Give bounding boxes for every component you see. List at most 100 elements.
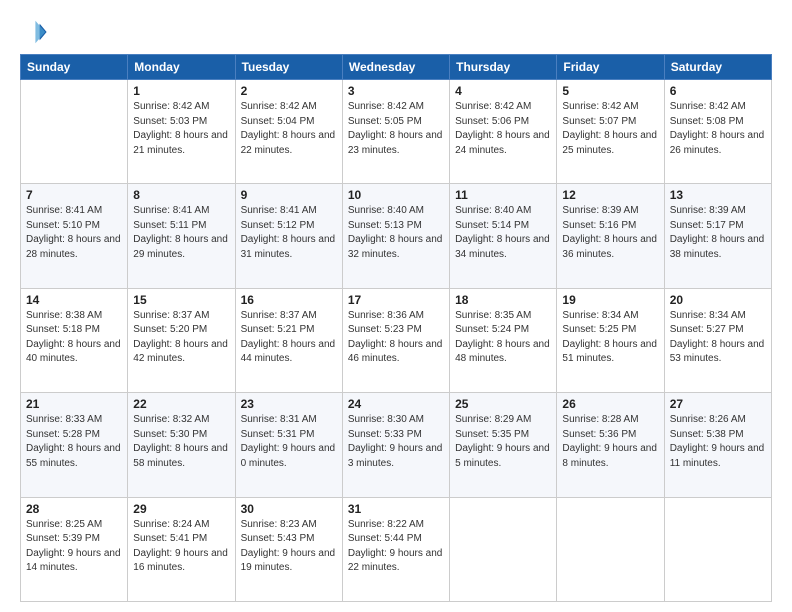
day-info: Sunrise: 8:40 AMSunset: 5:13 PMDaylight:… <box>348 204 444 262</box>
day-number: 29 <box>133 502 229 516</box>
day-number: 9 <box>241 188 337 202</box>
day-info: Sunrise: 8:39 AMSunset: 5:16 PMDaylight:… <box>562 204 658 262</box>
day-number: 8 <box>133 188 229 202</box>
table-cell: 28 Sunrise: 8:25 AMSunset: 5:39 PMDaylig… <box>21 497 128 601</box>
day-info: Sunrise: 8:24 AMSunset: 5:41 PMDaylight:… <box>133 518 229 576</box>
table-cell: 13 Sunrise: 8:39 AMSunset: 5:17 PMDaylig… <box>664 184 771 288</box>
table-cell: 1 Sunrise: 8:42 AMSunset: 5:03 PMDayligh… <box>128 80 235 184</box>
day-number: 4 <box>455 84 551 98</box>
col-sunday: Sunday <box>21 55 128 80</box>
day-number: 12 <box>562 188 658 202</box>
day-number: 19 <box>562 293 658 307</box>
table-cell: 24 Sunrise: 8:30 AMSunset: 5:33 PMDaylig… <box>342 393 449 497</box>
table-cell: 3 Sunrise: 8:42 AMSunset: 5:05 PMDayligh… <box>342 80 449 184</box>
table-cell: 19 Sunrise: 8:34 AMSunset: 5:25 PMDaylig… <box>557 288 664 392</box>
table-cell: 27 Sunrise: 8:26 AMSunset: 5:38 PMDaylig… <box>664 393 771 497</box>
day-number: 23 <box>241 397 337 411</box>
day-info: Sunrise: 8:37 AMSunset: 5:21 PMDaylight:… <box>241 309 337 367</box>
table-cell: 9 Sunrise: 8:41 AMSunset: 5:12 PMDayligh… <box>235 184 342 288</box>
table-cell: 20 Sunrise: 8:34 AMSunset: 5:27 PMDaylig… <box>664 288 771 392</box>
header <box>20 18 772 46</box>
day-number: 24 <box>348 397 444 411</box>
day-info: Sunrise: 8:40 AMSunset: 5:14 PMDaylight:… <box>455 204 551 262</box>
day-info: Sunrise: 8:38 AMSunset: 5:18 PMDaylight:… <box>26 309 122 367</box>
day-info: Sunrise: 8:22 AMSunset: 5:44 PMDaylight:… <box>348 518 444 576</box>
calendar-table: Sunday Monday Tuesday Wednesday Thursday… <box>20 54 772 602</box>
day-info: Sunrise: 8:30 AMSunset: 5:33 PMDaylight:… <box>348 413 444 471</box>
table-cell: 22 Sunrise: 8:32 AMSunset: 5:30 PMDaylig… <box>128 393 235 497</box>
day-info: Sunrise: 8:37 AMSunset: 5:20 PMDaylight:… <box>133 309 229 367</box>
day-info: Sunrise: 8:39 AMSunset: 5:17 PMDaylight:… <box>670 204 766 262</box>
day-number: 6 <box>670 84 766 98</box>
table-cell: 8 Sunrise: 8:41 AMSunset: 5:11 PMDayligh… <box>128 184 235 288</box>
day-number: 31 <box>348 502 444 516</box>
table-cell: 21 Sunrise: 8:33 AMSunset: 5:28 PMDaylig… <box>21 393 128 497</box>
day-info: Sunrise: 8:42 AMSunset: 5:05 PMDaylight:… <box>348 100 444 158</box>
table-cell <box>664 497 771 601</box>
day-number: 13 <box>670 188 766 202</box>
day-info: Sunrise: 8:28 AMSunset: 5:36 PMDaylight:… <box>562 413 658 471</box>
col-monday: Monday <box>128 55 235 80</box>
table-cell <box>450 497 557 601</box>
table-cell: 4 Sunrise: 8:42 AMSunset: 5:06 PMDayligh… <box>450 80 557 184</box>
day-info: Sunrise: 8:41 AMSunset: 5:11 PMDaylight:… <box>133 204 229 262</box>
day-info: Sunrise: 8:23 AMSunset: 5:43 PMDaylight:… <box>241 518 337 576</box>
table-cell: 2 Sunrise: 8:42 AMSunset: 5:04 PMDayligh… <box>235 80 342 184</box>
day-number: 25 <box>455 397 551 411</box>
day-info: Sunrise: 8:26 AMSunset: 5:38 PMDaylight:… <box>670 413 766 471</box>
day-info: Sunrise: 8:34 AMSunset: 5:27 PMDaylight:… <box>670 309 766 367</box>
col-wednesday: Wednesday <box>342 55 449 80</box>
col-friday: Friday <box>557 55 664 80</box>
day-number: 18 <box>455 293 551 307</box>
table-cell: 23 Sunrise: 8:31 AMSunset: 5:31 PMDaylig… <box>235 393 342 497</box>
day-number: 14 <box>26 293 122 307</box>
day-number: 26 <box>562 397 658 411</box>
table-cell: 16 Sunrise: 8:37 AMSunset: 5:21 PMDaylig… <box>235 288 342 392</box>
logo <box>20 18 50 46</box>
day-info: Sunrise: 8:42 AMSunset: 5:03 PMDaylight:… <box>133 100 229 158</box>
day-number: 16 <box>241 293 337 307</box>
day-number: 11 <box>455 188 551 202</box>
logo-icon <box>20 18 48 46</box>
table-cell: 26 Sunrise: 8:28 AMSunset: 5:36 PMDaylig… <box>557 393 664 497</box>
table-cell: 17 Sunrise: 8:36 AMSunset: 5:23 PMDaylig… <box>342 288 449 392</box>
day-number: 27 <box>670 397 766 411</box>
day-info: Sunrise: 8:32 AMSunset: 5:30 PMDaylight:… <box>133 413 229 471</box>
day-info: Sunrise: 8:42 AMSunset: 5:04 PMDaylight:… <box>241 100 337 158</box>
table-cell: 25 Sunrise: 8:29 AMSunset: 5:35 PMDaylig… <box>450 393 557 497</box>
day-number: 5 <box>562 84 658 98</box>
table-cell: 7 Sunrise: 8:41 AMSunset: 5:10 PMDayligh… <box>21 184 128 288</box>
day-info: Sunrise: 8:31 AMSunset: 5:31 PMDaylight:… <box>241 413 337 471</box>
day-number: 7 <box>26 188 122 202</box>
day-info: Sunrise: 8:33 AMSunset: 5:28 PMDaylight:… <box>26 413 122 471</box>
table-cell: 12 Sunrise: 8:39 AMSunset: 5:16 PMDaylig… <box>557 184 664 288</box>
table-cell: 5 Sunrise: 8:42 AMSunset: 5:07 PMDayligh… <box>557 80 664 184</box>
day-number: 28 <box>26 502 122 516</box>
day-info: Sunrise: 8:42 AMSunset: 5:08 PMDaylight:… <box>670 100 766 158</box>
table-cell: 6 Sunrise: 8:42 AMSunset: 5:08 PMDayligh… <box>664 80 771 184</box>
day-info: Sunrise: 8:41 AMSunset: 5:10 PMDaylight:… <box>26 204 122 262</box>
day-number: 22 <box>133 397 229 411</box>
day-info: Sunrise: 8:34 AMSunset: 5:25 PMDaylight:… <box>562 309 658 367</box>
table-cell: 10 Sunrise: 8:40 AMSunset: 5:13 PMDaylig… <box>342 184 449 288</box>
day-info: Sunrise: 8:25 AMSunset: 5:39 PMDaylight:… <box>26 518 122 576</box>
day-info: Sunrise: 8:42 AMSunset: 5:07 PMDaylight:… <box>562 100 658 158</box>
col-tuesday: Tuesday <box>235 55 342 80</box>
table-cell: 18 Sunrise: 8:35 AMSunset: 5:24 PMDaylig… <box>450 288 557 392</box>
day-info: Sunrise: 8:36 AMSunset: 5:23 PMDaylight:… <box>348 309 444 367</box>
day-number: 21 <box>26 397 122 411</box>
table-cell: 31 Sunrise: 8:22 AMSunset: 5:44 PMDaylig… <box>342 497 449 601</box>
table-cell <box>21 80 128 184</box>
table-cell: 14 Sunrise: 8:38 AMSunset: 5:18 PMDaylig… <box>21 288 128 392</box>
table-cell <box>557 497 664 601</box>
day-number: 1 <box>133 84 229 98</box>
day-number: 15 <box>133 293 229 307</box>
table-cell: 30 Sunrise: 8:23 AMSunset: 5:43 PMDaylig… <box>235 497 342 601</box>
page: Sunday Monday Tuesday Wednesday Thursday… <box>0 0 792 612</box>
day-number: 30 <box>241 502 337 516</box>
day-info: Sunrise: 8:41 AMSunset: 5:12 PMDaylight:… <box>241 204 337 262</box>
col-thursday: Thursday <box>450 55 557 80</box>
table-cell: 15 Sunrise: 8:37 AMSunset: 5:20 PMDaylig… <box>128 288 235 392</box>
day-number: 20 <box>670 293 766 307</box>
table-cell: 11 Sunrise: 8:40 AMSunset: 5:14 PMDaylig… <box>450 184 557 288</box>
